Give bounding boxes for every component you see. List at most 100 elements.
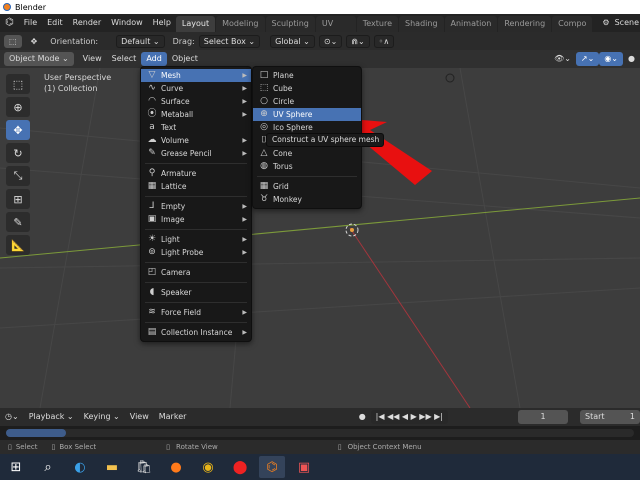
gizmo-icon[interactable]: ↗⌄ [575,52,600,66]
cursor-tool-icon[interactable]: ⊕ [6,97,30,117]
mesh-menu-item-cube[interactable]: ⬚ Cube [253,82,361,95]
chrome-icon[interactable]: ◉ [195,456,221,478]
add-menu-item-lattice[interactable]: ▦ Lattice [141,180,251,193]
tool-select-icon[interactable]: ⬚ [4,34,22,48]
presentation-app-icon[interactable]: ▣ [291,456,317,478]
timeline-menu-view[interactable]: View [125,410,154,424]
scene-icon[interactable]: ⚙ [597,14,614,32]
status-select: Select [15,443,38,451]
playback-controls[interactable]: |◀ ◀◀ ◀ ▶ ▶▶ ▶| [370,410,448,424]
search-icon[interactable]: ⌕ [35,456,61,478]
overlay-icon[interactable]: ◉⌄ [599,52,624,66]
mesh-menu-item-label: UV Sphere [273,110,313,119]
select-tool-icon[interactable]: ⬚ [6,74,30,94]
frame-marker[interactable] [6,429,66,437]
file-explorer-icon[interactable]: ▬ [99,456,125,478]
mesh-menu-item-torus[interactable]: ◍ Torus [253,160,361,173]
timeline-menu-keying[interactable]: Keying ⌄ [79,410,125,424]
add-menu-item-camera[interactable]: ◰ Camera [141,266,251,279]
mesh-menu-item-label: Ico Sphere [273,123,313,132]
add-menu-item-armature[interactable]: ⚲ Armature [141,167,251,180]
measure-tool-icon[interactable]: 📐 [6,235,30,255]
windows-start-icon[interactable]: ⊞ [3,456,29,478]
add-menu-item-label: Surface [161,97,190,106]
menu-edit[interactable]: Edit [42,14,68,32]
mode-dropdown[interactable]: Object Mode ⌄ [4,52,74,66]
rotate-tool-icon[interactable]: ↻ [6,143,30,163]
blender-taskbar-icon[interactable]: ⌬ [259,456,285,478]
add-menu-item-empty[interactable]: ⅃ Empty ▶ [141,200,251,213]
add-menu-item-volume[interactable]: ☁ Volume ▶ [141,134,251,147]
orientation-dropdown[interactable]: Default ⌄ [116,34,165,48]
mesh-menu-item-monkey[interactable]: ♉ Monkey [253,193,361,206]
light-probe-icon: ⊚ [148,247,156,257]
current-frame-field[interactable]: 1 [518,410,568,424]
add-menu-item-metaball[interactable]: ⦿ Metaball ▶ [141,108,251,121]
tab-layout[interactable]: Layout [175,16,216,32]
tab-texture-paint[interactable]: Texture Paint [356,16,399,44]
snap-icon[interactable]: ⋒⌄ [346,34,370,48]
add-menu-item-collection-instance[interactable]: ▤ Collection Instance ▶ [141,326,251,339]
move-tool-icon[interactable]: ✥ [6,120,30,140]
edge-browser-icon[interactable]: ◐ [67,456,93,478]
record-app-icon[interactable]: ⬤ [227,456,253,478]
timeline-scrollbar[interactable] [6,429,634,437]
viewport-menu-object[interactable]: Object [167,52,203,66]
menu-help[interactable]: Help [148,14,176,32]
add-menu-item-light-probe[interactable]: ⊚ Light Probe ▶ [141,246,251,259]
tab-sculpting[interactable]: Sculpting [265,16,315,32]
transform-tool-icon[interactable]: ⊞ [6,189,30,209]
transform-orientation-dropdown[interactable]: Global ⌄ [270,34,315,48]
shading-solid-icon[interactable]: ● [623,52,640,66]
tab-shading[interactable]: Shading [399,16,444,32]
mesh-menu-item-grid[interactable]: ▦ Grid [253,180,361,193]
add-menu-item-text[interactable]: a Text [141,121,251,134]
mesh-menu-item-cone[interactable]: △ Cone [253,147,361,160]
proportional-edit-icon[interactable]: ◦∧ [373,34,395,48]
add-menu-item-force-field[interactable]: ≋ Force Field ▶ [141,306,251,319]
blender-menu-icon[interactable]: ⌬ [0,14,19,32]
viewport-menu-view[interactable]: View [78,52,107,66]
tab-rendering[interactable]: Rendering [498,16,552,32]
viewport-menu-add[interactable]: Add [141,52,167,66]
pivot-icon[interactable]: ⊙⌄ [318,34,343,48]
tab-animation[interactable]: Animation [444,16,498,32]
drag-dropdown[interactable]: Select Box ⌄ [198,34,261,48]
firefox-icon[interactable]: ● [163,456,189,478]
submenu-arrow-icon: ▶ [242,329,247,336]
add-menu-item-surface[interactable]: ◠ Surface ▶ [141,95,251,108]
tab-uv-editing[interactable]: UV Editing [315,16,356,44]
add-menu-item-light[interactable]: ☀ Light ▶ [141,233,251,246]
add-menu-item-curve[interactable]: ∿ Curve ▶ [141,82,251,95]
timeline-menu-playback[interactable]: Playback ⌄ [24,410,79,424]
transform-icon[interactable]: ✥ [26,35,43,48]
menu-window[interactable]: Window [106,14,148,32]
mesh-menu-item-plane[interactable]: □ Plane [253,69,361,82]
viewport-menu-select[interactable]: Select [107,52,142,66]
tab-compositing[interactable]: Compo [552,16,593,32]
record-icon[interactable]: ● [354,410,371,424]
menu-render[interactable]: Render [68,14,106,32]
visibility-icon[interactable]: 👁⌄ [549,52,576,66]
menu-file[interactable]: File [19,14,42,32]
add-menu-item-speaker[interactable]: ◖ Speaker [141,286,251,299]
volume-icon: ☁ [147,135,157,145]
timeline-editor-icon[interactable]: ◷⌄ [0,410,24,424]
tab-modeling[interactable]: Modeling [216,16,265,32]
scale-tool-icon[interactable]: ⤡ [6,166,30,186]
windows-taskbar: ⊞ ⌕ ◐ ▬ 🛍 ● ◉ ⬤ ⌬ ▣ [0,454,640,480]
store-icon[interactable]: 🛍 [131,456,157,478]
timeline-menu-marker[interactable]: Marker [154,410,192,424]
window-titlebar: Blender [0,0,640,14]
add-menu-item-mesh[interactable]: ▽ Mesh ▶ [141,69,251,82]
mesh-menu-item-circle[interactable]: ○ Circle [253,95,361,108]
orientation-value: Default [121,36,151,46]
start-frame-field[interactable]: Start 1 [580,410,640,424]
add-menu-item-image[interactable]: ▣ Image ▶ [141,213,251,226]
timeline-ruler[interactable] [0,426,640,440]
annotate-tool-icon[interactable]: ✎ [6,212,30,232]
force-field-icon: ≋ [148,307,156,317]
scene-selector[interactable]: Scene [615,14,640,32]
add-menu-item-grease-pencil[interactable]: ✎ Grease Pencil ▶ [141,147,251,160]
mesh-menu-item-uv-sphere[interactable]: ⊕ UV Sphere [253,108,361,121]
